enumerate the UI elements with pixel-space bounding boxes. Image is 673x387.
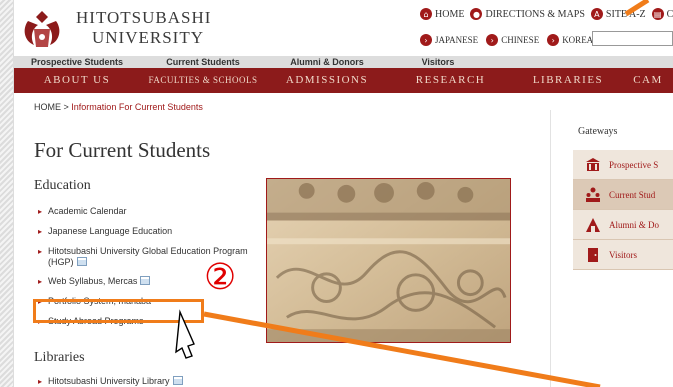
page-edge-pattern	[0, 0, 14, 387]
link-japanese-language-education[interactable]: Japanese Language Education	[38, 226, 288, 237]
gateway-alumni-donors[interactable]: Alumni & Do	[573, 210, 673, 240]
util-link-label: SITE A-Z	[605, 8, 646, 20]
map-pin-icon: ●	[470, 8, 483, 20]
nav-campus[interactable]: CAM	[623, 68, 673, 93]
language-links: › JAPANESE › CHINESE › KOREAN	[420, 34, 600, 46]
door-icon	[588, 247, 598, 262]
document-icon	[76, 257, 87, 266]
link-text-cont: (HGP)	[48, 257, 74, 267]
search-input[interactable]	[592, 31, 673, 46]
document-icon	[172, 376, 183, 385]
nav-admissions[interactable]: ADMISSIONS	[266, 68, 388, 93]
util-link-directions[interactable]: ● DIRECTIONS & MAPS	[470, 8, 585, 20]
audience-current-students[interactable]: Current Students	[140, 56, 266, 68]
arrow-right-icon: ›	[547, 34, 560, 46]
breadcrumb-home[interactable]: HOME	[34, 102, 61, 112]
gateway-label: Visitors	[609, 249, 637, 260]
gateway-prospective-students[interactable]: Prospective S	[573, 150, 673, 180]
link-text: Japanese Language Education	[48, 226, 173, 236]
logo-text-line1[interactable]: HITOTSUBASHI	[76, 8, 211, 28]
gateway-visitors[interactable]: Visitors	[573, 240, 673, 270]
contact-icon: ▤	[651, 8, 664, 20]
link-text: Hitotsubashi University Library	[48, 376, 170, 386]
highlight-box	[33, 299, 204, 323]
page-title: For Current Students	[34, 138, 211, 162]
gateway-current-students[interactable]: Current Stud	[573, 180, 673, 210]
breadcrumb: HOME > Information For Current Students	[34, 102, 203, 112]
lang-link-label: JAPANESE	[435, 35, 479, 45]
gateway-label: Alumni & Do	[609, 219, 660, 230]
university-logo-icon[interactable]	[20, 7, 64, 51]
util-link-contact[interactable]: ▤ CO	[651, 8, 673, 20]
util-link-label: HOME	[435, 8, 465, 20]
gateway-label: Prospective S	[609, 159, 659, 170]
link-text: Web Syllabus, Mercas	[48, 276, 138, 286]
audience-prospective-students[interactable]: Prospective Students	[14, 56, 140, 68]
alumni-icon	[586, 217, 600, 232]
link-web-syllabus-mercas[interactable]: Web Syllabus, Mercas	[38, 276, 288, 287]
sculpture-photo	[266, 178, 511, 343]
breadcrumb-separator: >	[63, 102, 69, 112]
document-icon	[140, 276, 151, 285]
people-group-icon	[586, 187, 600, 202]
util-link-site-az[interactable]: A SITE A-Z	[590, 8, 646, 20]
lang-link-japanese[interactable]: › JAPANESE	[420, 34, 478, 46]
utility-links: ⌂ HOME ● DIRECTIONS & MAPS A SITE A-Z ▤ …	[420, 8, 673, 20]
audience-nav: Prospective Students Current Students Al…	[14, 56, 673, 68]
nav-about-us[interactable]: ABOUT US	[14, 68, 140, 93]
util-link-home[interactable]: ⌂ HOME	[420, 8, 464, 20]
lang-link-label: CHINESE	[501, 35, 540, 45]
az-icon: A	[590, 8, 603, 20]
gateway-list: Prospective S Current Stud Alumni & Do V…	[573, 150, 673, 270]
util-link-label: DIRECTIONS & MAPS	[485, 8, 585, 20]
link-global-education-program[interactable]: Hitotsubashi University Global Education…	[38, 246, 288, 268]
gateways-heading: Gateways	[578, 126, 618, 137]
breadcrumb-current: Information For Current Students	[71, 102, 203, 112]
step-number-label: ②	[204, 257, 237, 298]
main-nav: ABOUT US FACULTIES & SCHOOLS ADMISSIONS …	[14, 68, 673, 93]
gateway-label: Current Stud	[609, 189, 656, 200]
logo-text-line2[interactable]: UNIVERSITY	[92, 28, 204, 48]
link-academic-calendar[interactable]: Academic Calendar	[38, 206, 288, 217]
nav-faculties-schools[interactable]: FACULTIES & SCHOOLS	[140, 68, 266, 93]
lang-link-chinese[interactable]: › CHINESE	[486, 34, 539, 46]
building-icon	[586, 157, 600, 171]
sidebar-divider	[550, 110, 551, 387]
home-icon: ⌂	[420, 8, 432, 20]
arrow-right-icon: ›	[420, 34, 432, 46]
arrow-right-icon: ›	[486, 34, 499, 46]
util-link-label: CO	[666, 8, 673, 20]
audience-visitors[interactable]: Visitors	[388, 56, 488, 68]
link-university-library[interactable]: Hitotsubashi University Library	[38, 376, 288, 387]
link-text: Hitotsubashi University Global Education…	[48, 246, 248, 256]
nav-libraries[interactable]: LIBRARIES	[513, 68, 623, 93]
libraries-link-list: Hitotsubashi University Library	[38, 376, 288, 387]
nav-research[interactable]: RESEARCH	[388, 68, 513, 93]
libraries-heading: Libraries	[34, 350, 85, 365]
education-heading: Education	[34, 178, 91, 193]
audience-alumni-donors[interactable]: Alumni & Donors	[266, 56, 388, 68]
link-text: Academic Calendar	[48, 206, 127, 216]
